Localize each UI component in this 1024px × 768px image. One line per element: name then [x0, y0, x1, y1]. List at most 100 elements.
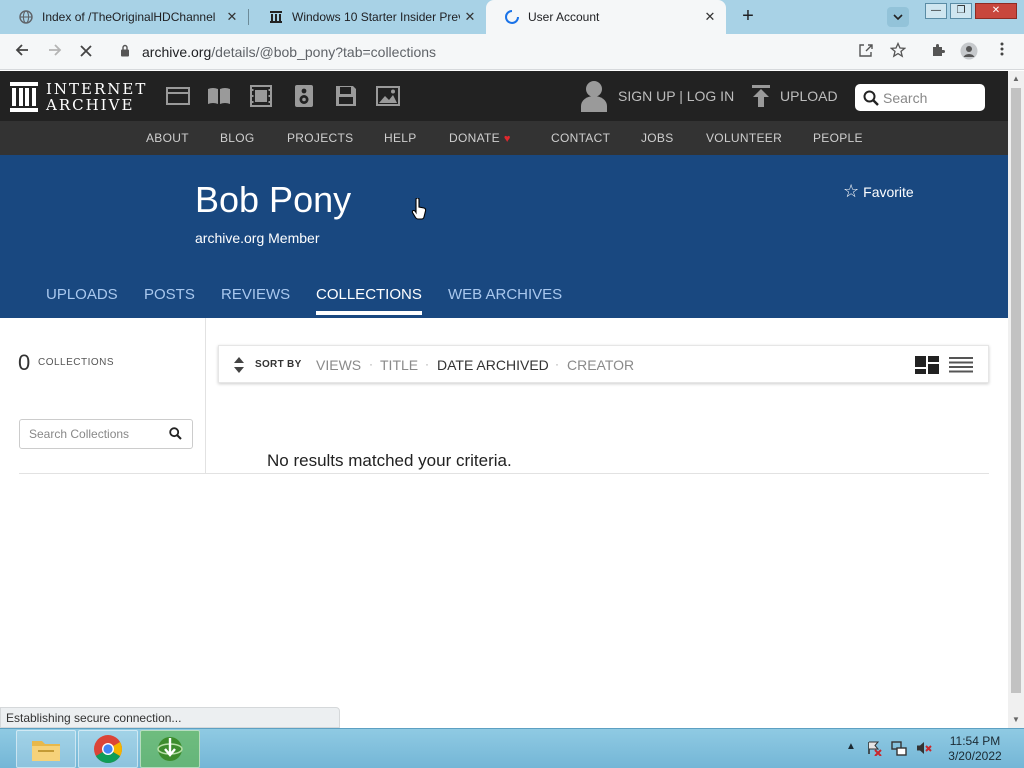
network-icon[interactable]	[891, 740, 907, 756]
clock-time: 11:54 PM	[949, 734, 1001, 748]
ia-search-input[interactable]: Search	[855, 84, 985, 111]
nav-projects[interactable]: PROJECTS	[287, 131, 353, 145]
nav-about[interactable]: ABOUT	[146, 131, 189, 145]
upload-link[interactable]: UPLOAD	[780, 88, 838, 104]
texts-icon[interactable]	[206, 84, 232, 108]
file-explorer-button[interactable]	[16, 730, 76, 768]
sort-arrows-icon[interactable]	[233, 356, 245, 374]
search-collections-input[interactable]	[29, 420, 167, 448]
upload-icon[interactable]	[750, 84, 772, 108]
user-icon[interactable]	[580, 80, 608, 112]
restore-button[interactable]: ❐	[950, 3, 972, 19]
chrome-button[interactable]	[78, 730, 138, 768]
share-icon[interactable]	[856, 42, 876, 62]
ia-logo[interactable]: INTERNET ARCHIVE	[10, 81, 147, 113]
tab-collections[interactable]: COLLECTIONS	[316, 286, 422, 315]
nav-help[interactable]: HELP	[384, 131, 417, 145]
close-window-button[interactable]: ✕	[975, 3, 1017, 19]
archive-favicon-icon	[268, 9, 284, 25]
volume-muted-icon[interactable]	[916, 740, 932, 756]
address-bar[interactable]: archive.org/details/@bob_pony?tab=collec…	[110, 38, 850, 66]
scroll-up-arrow-icon[interactable]: ▲	[1008, 71, 1024, 87]
nav-contact[interactable]: CONTACT	[551, 131, 610, 145]
hand-cursor-icon	[411, 198, 427, 220]
audio-icon[interactable]	[291, 84, 317, 108]
url-host: archive.org	[142, 44, 212, 60]
tab-title: Windows 10 Starter Insider Preview	[292, 10, 460, 24]
scroll-thumb[interactable]	[1011, 88, 1021, 693]
sort-separator: ·	[555, 357, 559, 371]
tab-divider	[248, 9, 249, 25]
file-explorer-icon	[32, 741, 60, 761]
nav-people[interactable]: PEOPLE	[813, 131, 863, 145]
browser-status-bar: Establishing secure connection...	[0, 707, 340, 728]
profile-name: Bob Pony	[195, 179, 352, 220]
sort-title[interactable]: TITLE	[380, 357, 418, 373]
star-icon: ☆	[843, 181, 860, 201]
web-icon[interactable]	[165, 84, 191, 108]
ia-top-nav: INTERNET ARCHIVE SIGN UP | LOG IN UPLOAD…	[0, 71, 1008, 121]
profile-avatar-icon[interactable]	[959, 42, 979, 62]
favorite-label: Favorite	[863, 183, 914, 200]
no-results-message: No results matched your criteria.	[267, 451, 512, 470]
lock-icon	[120, 44, 134, 60]
results-divider	[19, 473, 989, 474]
tab-posts[interactable]: POSTS	[144, 286, 195, 303]
browser-tab[interactable]: Index of /TheOriginalHDChannel ✕	[0, 0, 248, 34]
favorite-button[interactable]: ☆ Favorite	[843, 181, 914, 202]
url-path: /details/@bob_pony?tab=collections	[211, 44, 437, 60]
browser-menu-icon[interactable]	[992, 42, 1012, 62]
nav-jobs[interactable]: JOBS	[641, 131, 674, 145]
back-button[interactable]	[11, 41, 33, 63]
close-tab-icon[interactable]: ✕	[460, 9, 480, 25]
action-center-icon[interactable]	[866, 740, 882, 756]
images-icon[interactable]	[375, 84, 401, 108]
download-manager-button[interactable]	[140, 730, 200, 768]
forward-button[interactable]	[44, 41, 66, 63]
windows-taskbar: ▲ 11:54 PM 3/20/2022	[0, 728, 1024, 768]
minimize-button[interactable]: —	[925, 3, 947, 19]
sort-views[interactable]: VIEWS	[316, 357, 361, 373]
bookmark-star-icon[interactable]	[888, 41, 908, 62]
ia-wordmark: INTERNET ARCHIVE	[46, 81, 147, 113]
tab-web-archives[interactable]: WEB ARCHIVES	[448, 286, 562, 303]
ia-wordmark-line1: INTERNET	[46, 80, 148, 98]
close-tab-icon[interactable]: ✕	[700, 9, 720, 25]
taskbar-clock[interactable]: 11:54 PM 3/20/2022	[940, 734, 1010, 764]
browser-toolbar: archive.org/details/@bob_pony?tab=collec…	[0, 34, 1024, 70]
download-manager-icon	[157, 737, 183, 761]
tab-reviews[interactable]: REVIEWS	[221, 286, 290, 303]
back-arrow-icon	[15, 44, 28, 56]
search-icon	[863, 90, 879, 106]
browser-tab[interactable]: Windows 10 Starter Insider Preview ✕	[250, 0, 486, 34]
chrome-icon	[94, 735, 122, 763]
close-tab-icon[interactable]: ✕	[222, 9, 242, 25]
nav-blog[interactable]: BLOG	[220, 131, 255, 145]
forward-arrow-icon	[49, 44, 62, 56]
scroll-down-arrow-icon[interactable]: ▼	[1008, 712, 1024, 728]
list-view-icon[interactable]	[949, 357, 973, 373]
nav-donate[interactable]: DONATE ♥	[449, 131, 511, 145]
software-icon[interactable]	[333, 84, 359, 108]
extensions-puzzle-icon[interactable]	[928, 42, 948, 62]
tile-view-icon[interactable]	[915, 356, 939, 374]
browser-tab-strip: Index of /TheOriginalHDChannel ✕ Windows…	[0, 0, 1024, 34]
nav-donate-label: DONATE	[449, 131, 500, 145]
stop-loading-button[interactable]	[75, 41, 97, 63]
tab-search-button[interactable]	[887, 7, 909, 27]
profile-banner: Bob Pony archive.org Member ☆ Favorite U…	[0, 155, 1008, 318]
nav-volunteer[interactable]: VOLUNTEER	[706, 131, 782, 145]
new-tab-button[interactable]: +	[736, 5, 760, 29]
tab-uploads[interactable]: UPLOADS	[46, 286, 118, 303]
page-scrollbar[interactable]: ▲ ▼	[1008, 71, 1024, 728]
search-icon[interactable]	[169, 427, 182, 445]
browser-tab-active[interactable]: User Account ✕	[486, 0, 726, 34]
signup-login-link[interactable]: SIGN UP | LOG IN	[618, 88, 734, 104]
video-icon[interactable]	[248, 84, 274, 108]
tray-expand-arrow-icon[interactable]: ▲	[846, 741, 856, 752]
tab-title: Index of /TheOriginalHDChannel	[42, 10, 216, 24]
sort-bar: SORT BY VIEWS · TITLE · DATE ARCHIVED · …	[218, 345, 989, 383]
sort-creator[interactable]: CREATOR	[567, 357, 634, 373]
sort-date-archived[interactable]: DATE ARCHIVED	[437, 357, 549, 373]
search-placeholder: Search	[883, 89, 928, 106]
